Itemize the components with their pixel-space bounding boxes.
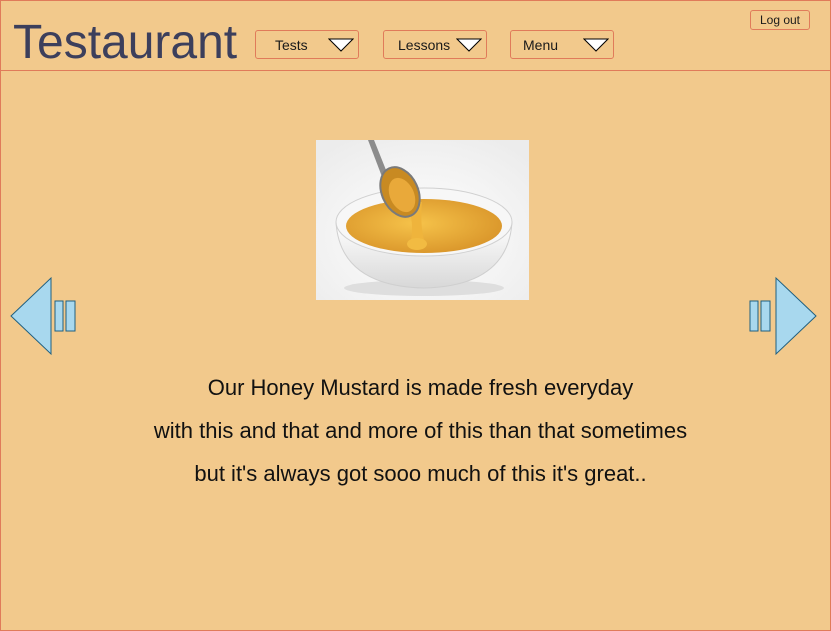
next-arrow-icon[interactable] (748, 276, 818, 356)
page-frame (0, 0, 831, 631)
chevron-down-icon (456, 38, 482, 52)
food-photo (316, 140, 529, 300)
logout-button[interactable]: Log out (750, 10, 810, 30)
honey-mustard-image (316, 140, 529, 300)
chevron-down-icon (583, 38, 609, 52)
lessons-dropdown[interactable]: Lessons (383, 30, 487, 59)
menu-dropdown-label: Menu (523, 37, 559, 53)
header-divider (0, 70, 831, 71)
previous-arrow-icon[interactable] (9, 276, 79, 356)
lessons-dropdown-label: Lessons (398, 37, 451, 53)
item-description: Our Honey Mustard is made fresh everyday… (0, 366, 831, 495)
description-line: but it's always got sooo much of this it… (194, 461, 647, 486)
tests-dropdown[interactable]: Tests (255, 30, 359, 59)
menu-dropdown[interactable]: Menu (510, 30, 614, 59)
chevron-down-icon (328, 38, 354, 52)
description-line: with this and that and more of this than… (153, 418, 688, 443)
tests-dropdown-label: Tests (275, 37, 308, 53)
app-logo[interactable]: Testaurant (13, 15, 237, 71)
description-line: Our Honey Mustard is made fresh everyday (207, 375, 634, 400)
